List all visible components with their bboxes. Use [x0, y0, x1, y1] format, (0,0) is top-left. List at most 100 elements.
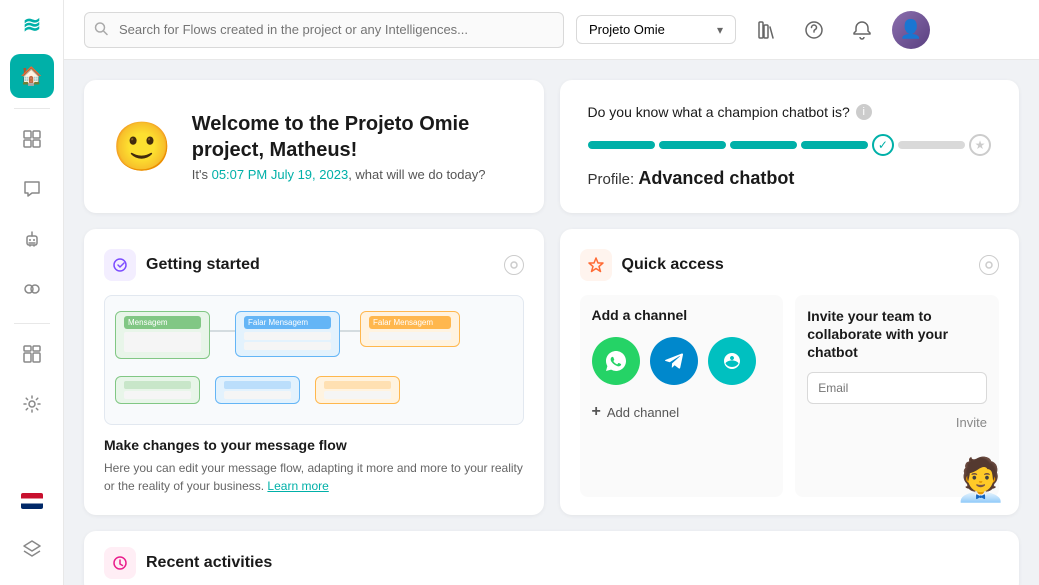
- content-area: 🙂 Welcome to the Projeto Omie project, M…: [64, 60, 1039, 585]
- recent-activities-icon: [104, 547, 136, 579]
- bot-icon: [23, 230, 41, 253]
- quick-access-icon: [580, 249, 612, 281]
- layers-icon: [23, 540, 41, 563]
- sidebar-item-grid[interactable]: [10, 334, 54, 378]
- getting-started-title: Getting started: [104, 249, 260, 281]
- quick-access-collapse[interactable]: [979, 255, 999, 275]
- welcome-card: 🙂 Welcome to the Projeto Omie project, M…: [84, 80, 544, 213]
- sidebar-divider-1: [14, 108, 50, 109]
- top-cards: 🙂 Welcome to the Projeto Omie project, M…: [84, 80, 1019, 213]
- recent-activities-strip: Recent activities: [84, 531, 1019, 585]
- welcome-time: 05:07 PM July 19, 2023: [212, 167, 349, 182]
- progress-segment-5: [898, 141, 965, 149]
- recent-activities-title: Recent activities: [146, 554, 272, 572]
- add-channel-section: Add a channel: [580, 295, 784, 497]
- topbar: Projeto Omie ▾ 👤: [64, 0, 1039, 60]
- flow-node-1: Mensagem: [115, 311, 210, 359]
- getting-started-card: Getting started Mensagem Falar: [84, 229, 544, 515]
- flow-node-3: Falar Mensagem: [360, 311, 460, 347]
- search-input[interactable]: [84, 12, 564, 48]
- home-icon: 🏠: [20, 66, 42, 87]
- sidebar-bottom: [10, 479, 54, 573]
- notification-button[interactable]: [844, 12, 880, 48]
- app-logo: ≋: [23, 12, 40, 38]
- progress-segment-3: [730, 141, 797, 149]
- progress-segment-4: [801, 141, 868, 149]
- settings-icon: [23, 395, 41, 418]
- blip-channel-icon[interactable]: [708, 337, 756, 385]
- avatar[interactable]: 👤: [892, 11, 930, 49]
- chatbot-profile-card: Do you know what a champion chatbot is? …: [560, 80, 1020, 213]
- getting-started-desc: Make changes to your message flow Here y…: [104, 437, 524, 495]
- project-name: Projeto Omie: [589, 22, 665, 37]
- getting-started-collapse[interactable]: [504, 255, 524, 275]
- invite-email-input[interactable]: [807, 372, 987, 404]
- flag-icon: [21, 493, 43, 509]
- invite-button[interactable]: Invite: [807, 415, 987, 430]
- progress-bar-row: ✓ ★: [588, 134, 992, 156]
- telegram-channel-icon[interactable]: [650, 337, 698, 385]
- sidebar: ≋ 🏠: [0, 0, 64, 585]
- welcome-emoji: 🙂: [112, 118, 172, 175]
- table-icon: [23, 130, 41, 153]
- sidebar-divider-2: [14, 323, 50, 324]
- plus-icon: +: [592, 403, 601, 421]
- getting-started-icon: [104, 249, 136, 281]
- quick-access-inner: Add a channel: [580, 295, 1000, 497]
- main-area: Projeto Omie ▾ 👤 🙂 Welcome to the Projet…: [64, 0, 1039, 585]
- getting-started-header: Getting started: [104, 249, 524, 281]
- bubble-icon: [23, 280, 41, 303]
- sidebar-item-settings[interactable]: [10, 384, 54, 428]
- chevron-down-icon: ▾: [717, 23, 723, 37]
- chat-icon: [23, 180, 41, 203]
- getting-started-desc-text: Here you can edit your message flow, ada…: [104, 459, 524, 495]
- getting-started-desc-title: Make changes to your message flow: [104, 437, 524, 453]
- grid-icon: [23, 345, 41, 368]
- sidebar-item-chat[interactable]: [10, 169, 54, 213]
- chatbot-profile-label: Profile: Advanced chatbot: [588, 168, 992, 189]
- sidebar-item-bubble[interactable]: [10, 269, 54, 313]
- welcome-subtitle-text: , what will we do today?: [348, 167, 485, 182]
- welcome-title: Welcome to the Projeto Omie project, Mat…: [192, 111, 516, 163]
- info-icon[interactable]: i: [856, 104, 872, 120]
- welcome-text: Welcome to the Projeto Omie project, Mat…: [192, 111, 516, 182]
- quick-access-title: Quick access: [580, 249, 724, 281]
- invite-title: Invite your team to collaborate with you…: [807, 307, 987, 362]
- add-channel-title: Add a channel: [592, 307, 772, 323]
- sidebar-item-flag[interactable]: [10, 479, 54, 523]
- chatbot-card-header: Do you know what a champion chatbot is? …: [588, 104, 992, 120]
- help-button[interactable]: [796, 12, 832, 48]
- chatbot-header-text: Do you know what a champion chatbot is?: [588, 104, 850, 120]
- bottom-section: Getting started Mensagem Falar: [84, 229, 1019, 515]
- character-illustration: 🧑‍💼: [955, 456, 1007, 505]
- flow-node-5: [215, 376, 300, 404]
- flow-preview: Mensagem Falar Mensagem Falar Mensagem: [104, 295, 524, 425]
- add-channel-button[interactable]: + Add channel: [592, 399, 772, 425]
- chatbot-profile-value: Advanced chatbot: [638, 168, 794, 188]
- sidebar-item-home[interactable]: 🏠: [10, 54, 54, 98]
- whatsapp-channel-icon[interactable]: [592, 337, 640, 385]
- progress-segment-2: [659, 141, 726, 149]
- quick-access-label: Quick access: [622, 256, 724, 274]
- progress-check-icon: ✓: [872, 134, 894, 156]
- quick-access-header: Quick access: [580, 249, 1000, 281]
- invite-section: Invite your team to collaborate with you…: [795, 295, 999, 497]
- flow-node-2: Falar Mensagem: [235, 311, 340, 357]
- learn-more-link[interactable]: Learn more: [267, 479, 328, 493]
- quick-access-card: Quick access Add a channel: [560, 229, 1020, 515]
- library-button[interactable]: [748, 12, 784, 48]
- progress-segment-1: [588, 141, 655, 149]
- sidebar-item-layers[interactable]: [10, 529, 54, 573]
- flow-node-4: [115, 376, 200, 404]
- sidebar-item-table[interactable]: [10, 119, 54, 163]
- project-selector[interactable]: Projeto Omie ▾: [576, 15, 736, 44]
- search-box: [84, 12, 564, 48]
- sidebar-item-bot[interactable]: [10, 219, 54, 263]
- add-channel-label: Add channel: [607, 405, 679, 420]
- getting-started-label: Getting started: [146, 256, 260, 274]
- flow-preview-inner: Mensagem Falar Mensagem Falar Mensagem: [105, 296, 523, 424]
- flow-node-6: [315, 376, 400, 404]
- welcome-subtitle: It's 05:07 PM July 19, 2023, what will w…: [192, 167, 516, 182]
- topbar-icons: 👤: [748, 11, 930, 49]
- progress-star-icon: ★: [969, 134, 991, 156]
